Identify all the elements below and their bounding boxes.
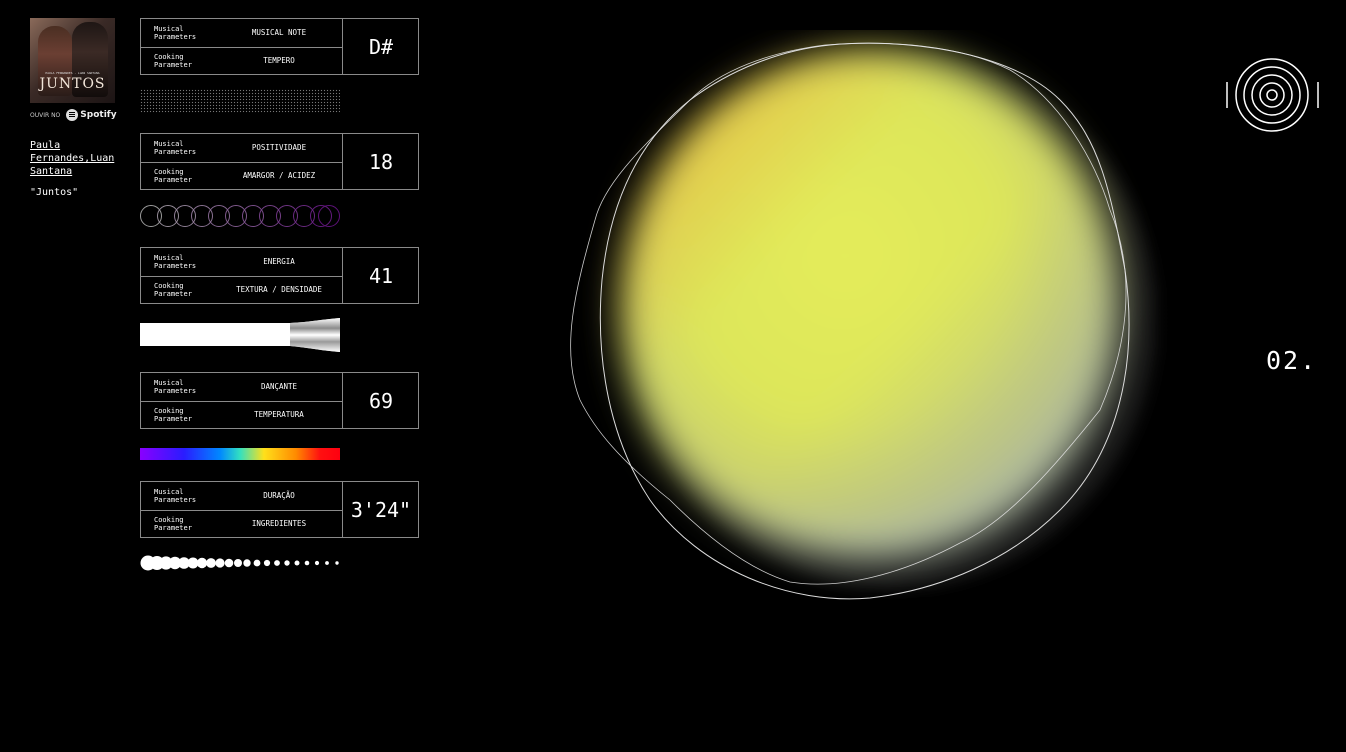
album-artist-line: PAULA FERNANDES · LUAN SANTANA <box>45 71 100 75</box>
cooking-param: TEMPERO <box>263 56 295 65</box>
param-value: 3'24" <box>342 482 419 537</box>
musical-param: DURAÇÃO <box>263 491 295 500</box>
param-value: 18 <box>342 134 419 189</box>
positividade-circles <box>140 205 340 227</box>
param-box-dancante: Musical Parameters DANÇANTE Cooking Param… <box>140 372 419 429</box>
param-value: 41 <box>342 248 419 303</box>
musical-param: POSITIVIDADE <box>251 143 307 152</box>
param-box-energia: Musical Parameters ENERGIA Cooking Parame… <box>140 247 419 304</box>
param-box-note: Musical Parameters MUSICAL NOTE Cooking P… <box>140 18 419 75</box>
musical-label: Musical Parameters <box>154 379 197 395</box>
musical-label: Musical Parameters <box>154 254 197 270</box>
song-title: "Juntos" <box>30 187 79 198</box>
temperature-gradient-bar <box>140 448 340 460</box>
cooking-param: TEMPERATURA <box>254 410 304 419</box>
ingredient-dots <box>140 555 339 571</box>
param-box-positividade: Musical Parameters POSITIVIDADE Cooking P… <box>140 133 419 190</box>
musical-label: Musical Parameters <box>154 140 197 156</box>
spotify-icon <box>66 109 79 121</box>
album-cover: PAULA FERNANDES · LUAN SANTANA JUNTOS <box>30 18 115 103</box>
musical-param: DANÇANTE <box>260 382 298 391</box>
page-number: 02. <box>1266 346 1318 375</box>
cooking-label: Cooking Parameter <box>154 407 192 423</box>
spotify-link[interactable]: OUVIR NO Spotify <box>30 109 117 121</box>
cooking-param: AMARGOR / ACIDEZ <box>242 171 316 180</box>
musical-param: ENERGIA <box>263 257 295 266</box>
flavor-blob-visual <box>570 42 1157 600</box>
album-title: JUNTOS <box>39 76 106 92</box>
param-value: D# <box>342 19 419 74</box>
cooking-label: Cooking Parameter <box>154 282 192 298</box>
artist-link[interactable]: Paula Fernandes,Luan Santana <box>30 139 122 178</box>
note-dot-grid <box>140 89 340 113</box>
musical-label: Musical Parameters <box>154 488 197 504</box>
cooking-label: Cooking Parameter <box>154 53 192 69</box>
musical-param: MUSICAL NOTE <box>251 28 307 37</box>
param-box-duracao: Musical Parameters DURAÇÃO Cooking Parame… <box>140 481 419 538</box>
musical-label: Musical Parameters <box>154 25 197 41</box>
cooking-param: INGREDIENTES <box>251 519 307 528</box>
cooking-param: TEXTURA / DENSIDADE <box>236 285 322 294</box>
cooking-label: Cooking Parameter <box>154 168 192 184</box>
spotify-label: Spotify <box>80 110 117 120</box>
energia-cone <box>140 318 340 352</box>
cooking-label: Cooking Parameter <box>154 516 192 532</box>
param-value: 69 <box>342 373 419 428</box>
listen-label: OUVIR NO <box>30 111 61 119</box>
concentric-circles-icon[interactable] <box>1224 56 1322 136</box>
